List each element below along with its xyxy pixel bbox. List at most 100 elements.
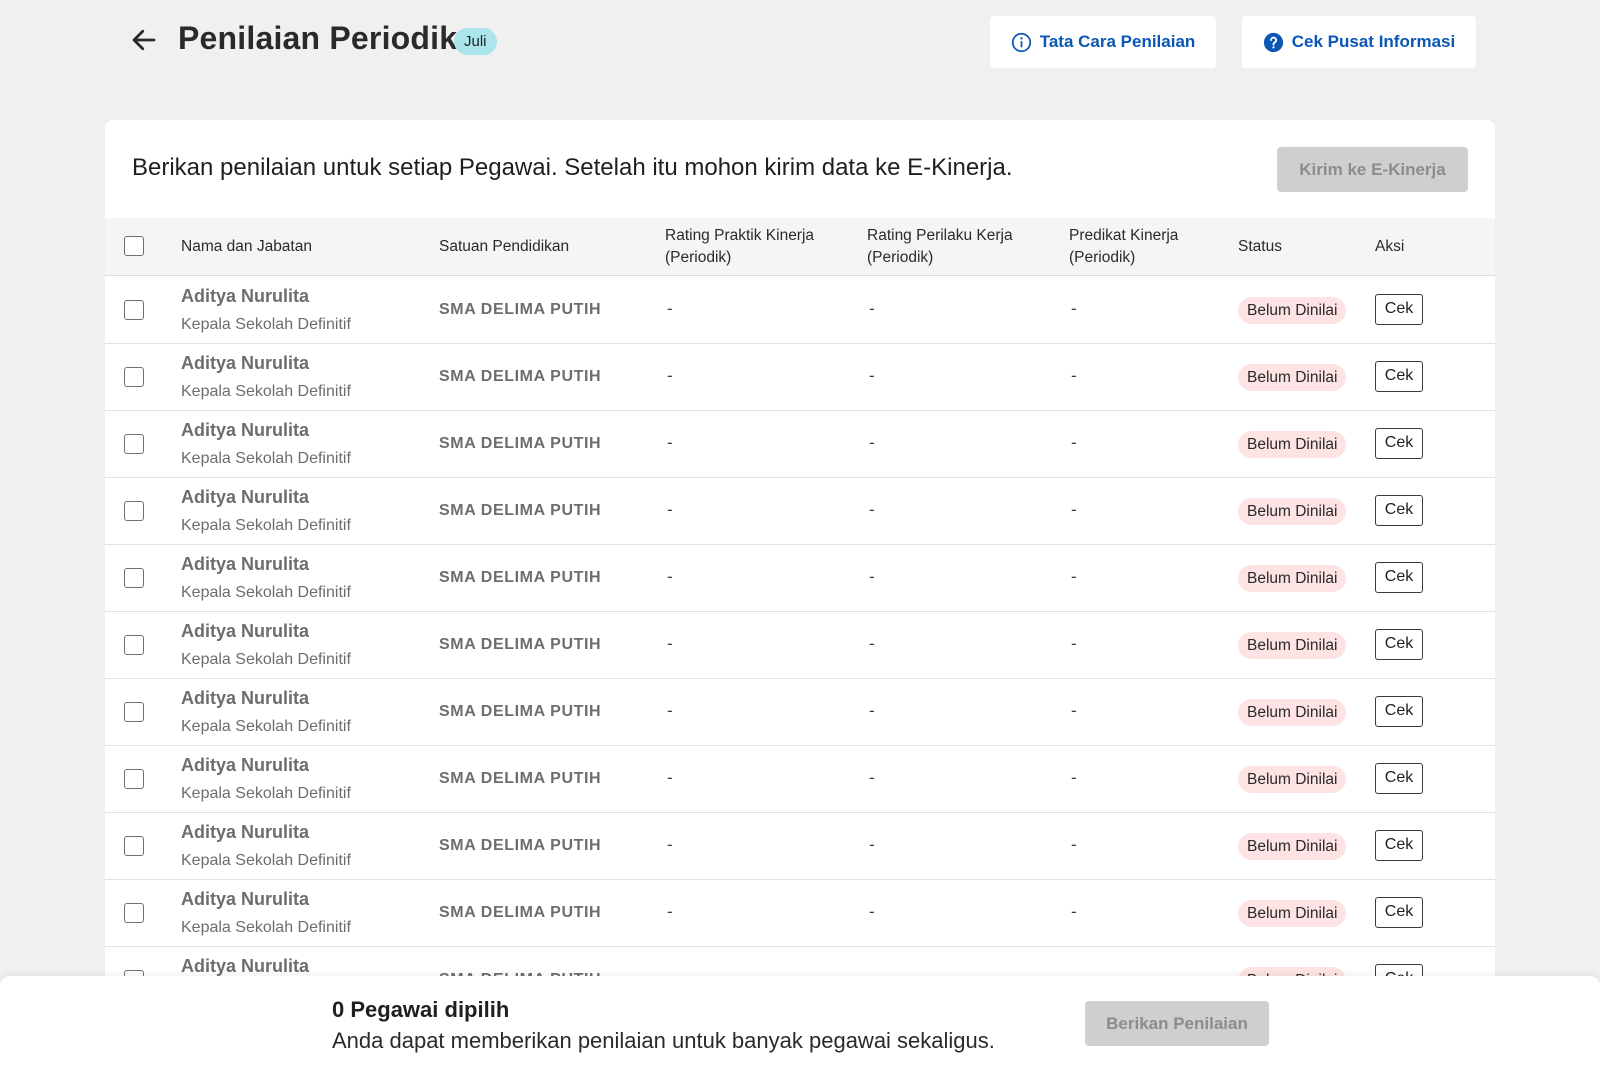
row-checkbox[interactable] [124, 434, 144, 454]
table-row: Aditya Nurulita Kepala Sekolah Definitif S… [105, 679, 1495, 746]
status-badge: Belum Dinilai [1238, 632, 1347, 659]
employee-position: Kepala Sekolah Definitif [181, 316, 351, 333]
table-row: Aditya Nurulita Kepala Sekolah Definitif S… [105, 344, 1495, 411]
check-button[interactable]: Cek [1375, 495, 1423, 526]
table-row: Aditya Nurulita Kepala Sekolah Definitif S… [105, 277, 1495, 344]
column-header-behavior-rating: Rating Perilaku Kerja (Periodik) [867, 227, 1013, 266]
employee-position: Kepala Sekolah Definitif [181, 584, 351, 601]
check-button[interactable]: Cek [1375, 696, 1423, 727]
employee-name: Aditya Nurulita [181, 889, 310, 909]
row-checkbox[interactable] [124, 300, 144, 320]
employee-position: Kepala Sekolah Definitif [181, 718, 351, 735]
check-button[interactable]: Cek [1375, 763, 1423, 794]
info-circle-icon [1011, 32, 1031, 52]
behavior-rating-value: - [869, 366, 875, 385]
info-center-button[interactable]: Cek Pusat Informasi [1242, 16, 1476, 68]
behavior-rating-value: - [869, 500, 875, 519]
predicate-value: - [1071, 500, 1077, 519]
status-badge: Belum Dinilai [1238, 364, 1347, 391]
table-row: Aditya Nurulita Kepala Sekolah Definitif S… [105, 545, 1495, 612]
check-button[interactable]: Cek [1375, 629, 1423, 660]
employee-name: Aditya Nurulita [181, 420, 310, 440]
behavior-rating-value: - [869, 634, 875, 653]
practice-rating-value: - [667, 366, 673, 385]
behavior-rating-value: - [869, 567, 875, 586]
employee-position: Kepala Sekolah Definitif [181, 785, 351, 802]
select-all-checkbox[interactable] [124, 236, 144, 256]
selection-hint: Anda dapat memberikan penilaian untuk ba… [332, 1028, 995, 1053]
row-checkbox[interactable] [124, 702, 144, 722]
employee-position: Kepala Sekolah Definitif [181, 919, 351, 936]
predicate-value: - [1071, 835, 1077, 854]
arrow-left-icon [132, 29, 156, 51]
employee-name: Aditya Nurulita [181, 956, 310, 976]
check-button[interactable]: Cek [1375, 830, 1423, 861]
table-row: Aditya Nurulita Kepala Sekolah Definitif S… [105, 880, 1495, 947]
row-checkbox[interactable] [124, 836, 144, 856]
status-badge: Belum Dinilai [1238, 565, 1347, 592]
employee-name: Aditya Nurulita [181, 487, 310, 507]
column-header-predicate: Predikat Kinerja (Periodik) [1069, 227, 1179, 266]
behavior-rating-value: - [869, 299, 875, 318]
predicate-value: - [1071, 433, 1077, 452]
row-checkbox[interactable] [124, 769, 144, 789]
status-badge: Belum Dinilai [1238, 699, 1347, 726]
education-unit: SMA DELIMA PUTIH [439, 502, 602, 519]
employee-position: Kepala Sekolah Definitif [181, 651, 351, 668]
give-assessment-button[interactable]: Berikan Penilaian [1085, 1001, 1269, 1046]
practice-rating-value: - [667, 567, 673, 586]
column-header-action: Aksi [1375, 238, 1405, 255]
practice-rating-value: - [667, 634, 673, 653]
employee-name: Aditya Nurulita [181, 688, 310, 708]
predicate-value: - [1071, 567, 1077, 586]
check-button[interactable]: Cek [1375, 562, 1423, 593]
predicate-value: - [1071, 634, 1077, 653]
predicate-value: - [1071, 902, 1077, 921]
status-badge: Belum Dinilai [1238, 498, 1347, 525]
employee-name: Aditya Nurulita [181, 286, 310, 306]
page-header: Penilaian Periodik Juli Tata Cara Penila… [0, 0, 1600, 84]
behavior-rating-value: - [869, 701, 875, 720]
column-header-status: Status [1238, 238, 1282, 255]
row-checkbox[interactable] [124, 367, 144, 387]
page-title: Penilaian Periodik [178, 20, 458, 56]
info-center-label: Cek Pusat Informasi [1291, 32, 1456, 51]
column-header-school: Satuan Pendidikan [439, 238, 570, 255]
assessment-card: Berikan penilaian untuk setiap Pegawai. … [105, 120, 1495, 1072]
back-button[interactable] [126, 22, 162, 58]
employee-name: Aditya Nurulita [181, 554, 310, 574]
row-checkbox[interactable] [124, 635, 144, 655]
check-button[interactable]: Cek [1375, 361, 1423, 392]
selected-count: 0 Pegawai dipilih [332, 997, 510, 1022]
table-row: Aditya Nurulita Kepala Sekolah Definitif S… [105, 746, 1495, 813]
education-unit: SMA DELIMA PUTIH [439, 569, 602, 586]
status-badge: Belum Dinilai [1238, 431, 1347, 458]
check-button[interactable]: Cek [1375, 294, 1423, 325]
how-to-assess-button[interactable]: Tata Cara Penilaian [990, 16, 1216, 68]
table-row: Aditya Nurulita Kepala Sekolah Definitif S… [105, 478, 1495, 545]
education-unit: SMA DELIMA PUTIH [439, 368, 602, 385]
behavior-rating-value: - [869, 433, 875, 452]
behavior-rating-value: - [869, 902, 875, 921]
row-checkbox[interactable] [124, 501, 144, 521]
row-checkbox[interactable] [124, 903, 144, 923]
employee-name: Aditya Nurulita [181, 621, 310, 641]
employee-name: Aditya Nurulita [181, 755, 310, 775]
practice-rating-value: - [667, 902, 673, 921]
how-to-assess-label: Tata Cara Penilaian [1039, 32, 1196, 51]
check-button[interactable]: Cek [1375, 428, 1423, 459]
practice-rating-value: - [667, 433, 673, 452]
column-header-practice-rating: Rating Praktik Kinerja (Periodik) [665, 227, 815, 266]
employee-name: Aditya Nurulita [181, 353, 310, 373]
table-row: Aditya Nurulita Kepala Sekolah Definitif S… [105, 813, 1495, 880]
check-button[interactable]: Cek [1375, 897, 1423, 928]
status-badge: Belum Dinilai [1238, 833, 1347, 860]
employee-position: Kepala Sekolah Definitif [181, 517, 351, 534]
row-checkbox[interactable] [124, 568, 144, 588]
send-to-ekinerja-button[interactable]: Kirim ke E-Kinerja [1277, 147, 1468, 192]
predicate-value: - [1071, 299, 1077, 318]
employee-position: Kepala Sekolah Definitif [181, 852, 351, 869]
predicate-value: - [1071, 366, 1077, 385]
education-unit: SMA DELIMA PUTIH [439, 301, 602, 318]
behavior-rating-value: - [869, 835, 875, 854]
